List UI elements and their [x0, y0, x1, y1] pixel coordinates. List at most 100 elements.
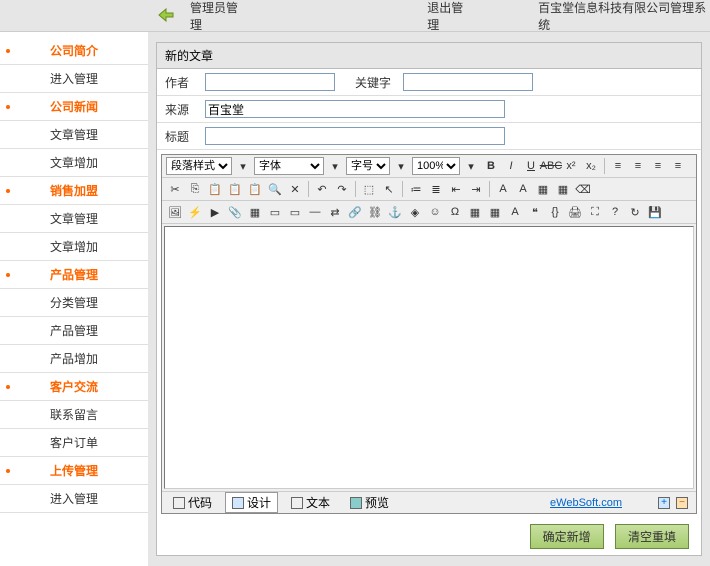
date-icon[interactable]: ▦: [486, 203, 504, 221]
hr-icon[interactable]: —: [306, 203, 324, 221]
sidebar-item[interactable]: 产品管理: [0, 261, 148, 289]
mode-code[interactable]: 代码: [166, 492, 219, 513]
media-icon[interactable]: ▶: [206, 203, 224, 221]
dropdown-icon[interactable]: ▾: [462, 157, 480, 175]
find-icon[interactable]: 🔍: [266, 180, 284, 198]
sidebar-item[interactable]: 文章增加: [0, 233, 148, 261]
sidebar-item[interactable]: 进入管理: [0, 485, 148, 513]
source-input[interactable]: [205, 100, 505, 118]
backcolor-icon[interactable]: A: [514, 180, 532, 198]
indent-icon[interactable]: ⇥: [467, 180, 485, 198]
save-icon[interactable]: 💾: [646, 203, 664, 221]
design-mode-icon: [232, 497, 244, 509]
sidebar-item[interactable]: 产品管理: [0, 317, 148, 345]
paste-icon[interactable]: 📋: [206, 180, 224, 198]
editor-textarea[interactable]: [164, 226, 694, 489]
expand-icon[interactable]: +: [658, 497, 670, 509]
dropdown-icon[interactable]: ▾: [234, 157, 252, 175]
table-icon[interactable]: ▦: [246, 203, 264, 221]
align-left-icon[interactable]: ≡: [609, 157, 627, 175]
map-icon[interactable]: ◈: [406, 203, 424, 221]
align-justify-icon[interactable]: ≡: [669, 157, 687, 175]
dropdown-icon[interactable]: ▾: [326, 157, 344, 175]
para-style-select[interactable]: 段落样式: [166, 157, 232, 175]
sidebar-item[interactable]: 文章管理: [0, 121, 148, 149]
paste-text-icon[interactable]: 📋: [226, 180, 244, 198]
redo-icon[interactable]: ↷: [333, 180, 351, 198]
admin-manage-link[interactable]: 管理员管理: [190, 0, 247, 33]
bgcolor-icon[interactable]: ▦: [534, 180, 552, 198]
zoom-select[interactable]: 100%: [412, 157, 460, 175]
fullscreen-icon[interactable]: ⛶: [586, 203, 604, 221]
keyword-label: 关键字: [355, 74, 403, 91]
select-icon[interactable]: ⬚: [360, 180, 378, 198]
form-icon[interactable]: ▭: [266, 203, 284, 221]
ul-icon[interactable]: ≣: [427, 180, 445, 198]
underline-icon[interactable]: U: [522, 157, 540, 175]
hilite-icon[interactable]: ▦: [554, 180, 572, 198]
code-mode-icon: [173, 497, 185, 509]
outdent-icon[interactable]: ⇤: [447, 180, 465, 198]
font-family-select[interactable]: 字体: [254, 157, 324, 175]
sidebar-item[interactable]: 分类管理: [0, 289, 148, 317]
paste-word-icon[interactable]: 📋: [246, 180, 264, 198]
print-icon[interactable]: 🖨: [566, 203, 584, 221]
mode-text[interactable]: 文本: [284, 492, 337, 513]
font-size-select[interactable]: 字号: [346, 157, 390, 175]
superscript-icon[interactable]: x²: [562, 157, 580, 175]
mode-preview[interactable]: 预览: [343, 492, 396, 513]
sidebar-item[interactable]: 客户订单: [0, 429, 148, 457]
anchor-icon[interactable]: ⚓: [386, 203, 404, 221]
sidebar-item[interactable]: 公司简介: [0, 37, 148, 65]
art-icon[interactable]: A: [506, 203, 524, 221]
clear-button[interactable]: 清空重填: [615, 524, 689, 549]
bold-icon[interactable]: B: [482, 157, 500, 175]
subscript-icon[interactable]: x₂: [582, 157, 600, 175]
logout-link[interactable]: 退出管理: [427, 0, 473, 33]
mode-design[interactable]: 设计: [225, 492, 278, 513]
excel-icon[interactable]: ▦: [466, 203, 484, 221]
strike-icon[interactable]: ABC: [542, 157, 560, 175]
symbol-icon[interactable]: Ω: [446, 203, 464, 221]
marquee-icon[interactable]: ⇄: [326, 203, 344, 221]
sidebar-item[interactable]: 公司新闻: [0, 93, 148, 121]
unlink-icon[interactable]: ⛓: [366, 203, 384, 221]
confirm-button[interactable]: 确定新增: [530, 524, 604, 549]
forecolor-icon[interactable]: A: [494, 180, 512, 198]
sidebar-item[interactable]: 文章管理: [0, 205, 148, 233]
cursor-icon[interactable]: ↖: [380, 180, 398, 198]
erase-icon[interactable]: ⌫: [574, 180, 592, 198]
about-icon[interactable]: ?: [606, 203, 624, 221]
keyword-input[interactable]: [403, 73, 533, 91]
dropdown-icon[interactable]: ▾: [392, 157, 410, 175]
code-icon[interactable]: {}: [546, 203, 564, 221]
undo-icon[interactable]: ↶: [313, 180, 331, 198]
quote-icon[interactable]: ❝: [526, 203, 544, 221]
ol-icon[interactable]: ≔: [407, 180, 425, 198]
sidebar-item[interactable]: 产品增加: [0, 345, 148, 373]
flash-icon[interactable]: ⚡: [186, 203, 204, 221]
cut-icon[interactable]: ✂: [166, 180, 184, 198]
align-center-icon[interactable]: ≡: [629, 157, 647, 175]
image-icon[interactable]: 🖼: [166, 203, 184, 221]
sidebar-item[interactable]: 联系留言: [0, 401, 148, 429]
emoticon-icon[interactable]: ☺: [426, 203, 444, 221]
button-icon[interactable]: ▭: [286, 203, 304, 221]
sidebar-item[interactable]: 上传管理: [0, 457, 148, 485]
sidebar-item[interactable]: 进入管理: [0, 65, 148, 93]
remove-icon[interactable]: ✕: [286, 180, 304, 198]
author-input[interactable]: [205, 73, 335, 91]
refresh-icon[interactable]: ↻: [626, 203, 644, 221]
copy-icon[interactable]: ⎘: [186, 180, 204, 198]
sidebar-item[interactable]: 文章增加: [0, 149, 148, 177]
sidebar-item[interactable]: 销售加盟: [0, 177, 148, 205]
back-arrow-icon[interactable]: [158, 8, 174, 22]
title-input[interactable]: [205, 127, 505, 145]
italic-icon[interactable]: I: [502, 157, 520, 175]
file-icon[interactable]: 📎: [226, 203, 244, 221]
align-right-icon[interactable]: ≡: [649, 157, 667, 175]
sidebar-item[interactable]: 客户交流: [0, 373, 148, 401]
ewebsoft-link[interactable]: eWebSoft.com: [550, 497, 622, 509]
link-icon[interactable]: 🔗: [346, 203, 364, 221]
collapse-icon[interactable]: −: [676, 497, 688, 509]
